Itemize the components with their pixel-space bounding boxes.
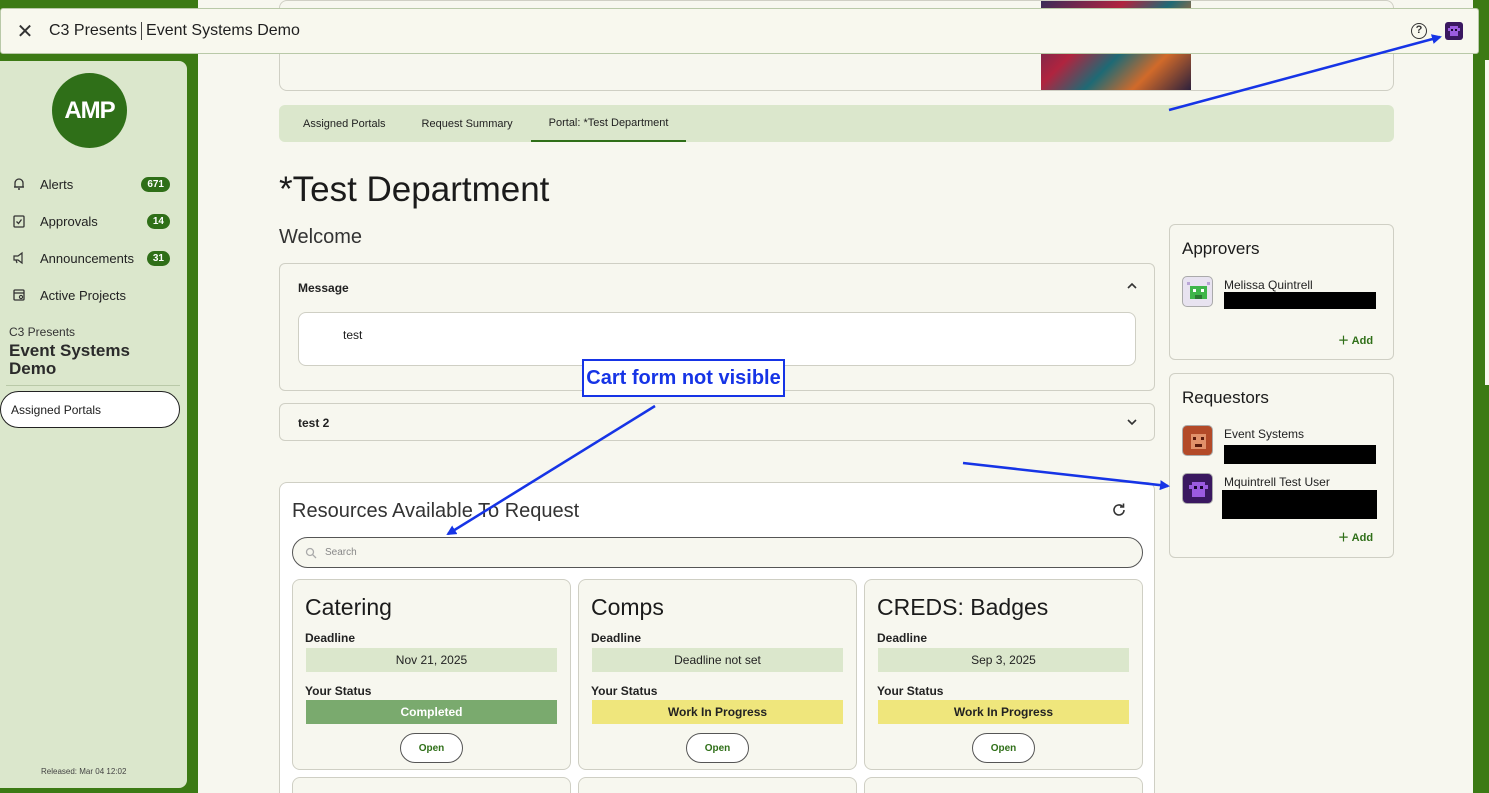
message-content: test <box>298 312 1136 366</box>
approvers-title: Approvers <box>1182 239 1260 258</box>
scrollbar[interactable] <box>1485 60 1489 385</box>
status-label: Your Status <box>591 684 658 698</box>
refresh-icon[interactable] <box>1111 502 1127 518</box>
redacted-email <box>1224 292 1376 309</box>
search-input[interactable]: Search <box>292 537 1143 568</box>
requestor-name: Event Systems <box>1224 427 1305 441</box>
deadline-value: Sep 3, 2025 <box>878 648 1129 672</box>
resource-name: Comps <box>591 594 664 620</box>
avatar <box>1182 473 1213 504</box>
resource-name: Catering <box>305 594 392 620</box>
redacted-email <box>1224 445 1376 464</box>
deadline-label: Deadline <box>305 631 356 645</box>
project-label: Event Systems Demo <box>146 22 300 39</box>
resources-title: Resources Available To Request <box>292 500 580 522</box>
resource-card <box>578 777 857 793</box>
user-avatar[interactable] <box>1445 22 1463 40</box>
accordion-title[interactable]: test 2 <box>298 416 329 430</box>
amp-logo[interactable]: AMP <box>52 73 127 148</box>
alerts-count-badge: 671 <box>141 176 170 192</box>
accordion-title[interactable]: Message <box>298 281 349 295</box>
requestors-card: Requestors Event Systems Mquintrell Test… <box>1169 373 1394 558</box>
bell-icon <box>10 175 28 193</box>
divider <box>6 385 180 386</box>
deadline-value: Deadline not set <box>592 648 843 672</box>
resource-card <box>864 777 1143 793</box>
open-button[interactable]: Open <box>400 733 463 763</box>
status-badge: Work In Progress <box>878 700 1129 724</box>
sidebar-item-label: Announcements <box>40 250 134 266</box>
status-label: Your Status <box>305 684 372 698</box>
tab-portal-test-department[interactable]: Portal: *Test Department <box>530 105 687 142</box>
sidebar-item-assigned-portals[interactable]: Assigned Portals <box>0 391 180 428</box>
projects-icon <box>10 286 28 304</box>
search-icon <box>305 547 317 558</box>
status-label: Your Status <box>877 684 944 698</box>
divider <box>141 22 143 40</box>
requestors-title: Requestors <box>1182 388 1269 407</box>
deadline-value: Nov 21, 2025 <box>306 648 557 672</box>
sidebar-item-active-projects[interactable]: Active Projects <box>10 283 170 307</box>
org-subtitle: C3 Presents <box>9 325 76 339</box>
resource-name: CREDS: Badges <box>877 594 1049 620</box>
sidebar-item-label: Alerts <box>40 176 74 192</box>
tab-request-summary[interactable]: Request Summary <box>404 105 531 142</box>
welcome-heading: Welcome <box>279 226 362 248</box>
deadline-label: Deadline <box>591 631 642 645</box>
chevron-up-icon[interactable] <box>1126 280 1138 295</box>
add-requestor-button[interactable]: ＋ Add <box>1338 529 1373 545</box>
portal-tabs: Assigned Portals Request Summary Portal:… <box>279 105 1394 142</box>
resource-card-catering: Catering Deadline Nov 21, 2025 Your Stat… <box>292 579 571 770</box>
search-placeholder: Search <box>325 547 357 558</box>
top-bar: ✕ C3 Presents Event Systems Demo ? <box>0 8 1479 54</box>
sidebar-item-alerts[interactable]: Alerts 671 <box>10 172 170 196</box>
avatar <box>1182 276 1213 307</box>
release-info: Released: Mar 04 12:02 <box>41 767 127 776</box>
test2-accordion[interactable]: test 2 <box>279 403 1155 441</box>
approvals-count-badge: 14 <box>146 213 170 229</box>
status-badge: Work In Progress <box>592 700 843 724</box>
org-name: Event Systems Demo <box>9 341 130 378</box>
org-label: C3 Presents <box>49 22 138 39</box>
app-title: C3 Presents Event Systems Demo <box>49 22 300 40</box>
status-badge: Completed <box>306 700 557 724</box>
announcements-count-badge: 31 <box>146 250 170 266</box>
sidebar-item-announcements[interactable]: Announcements 31 <box>10 246 170 270</box>
chevron-down-icon[interactable] <box>1126 416 1138 431</box>
resources-card: Resources Available To Request Search Ca… <box>279 482 1155 793</box>
resource-card-comps: Comps Deadline Deadline not set Your Sta… <box>578 579 857 770</box>
deadline-label: Deadline <box>877 631 928 645</box>
annotation-callout: Cart form not visible <box>582 359 785 397</box>
resource-card-creds-badges: CREDS: Badges Deadline Sep 3, 2025 Your … <box>864 579 1143 770</box>
sidebar-item-approvals[interactable]: Approvals 14 <box>10 209 170 233</box>
help-icon[interactable]: ? <box>1411 23 1427 39</box>
megaphone-icon <box>10 249 28 267</box>
avatar <box>1182 425 1213 456</box>
open-button[interactable]: Open <box>972 733 1035 763</box>
redacted-email <box>1222 490 1377 519</box>
close-icon[interactable]: ✕ <box>1 8 49 54</box>
tab-assigned-portals[interactable]: Assigned Portals <box>279 105 404 142</box>
requestor-name: Mquintrell Test User <box>1224 475 1330 489</box>
add-approver-button[interactable]: ＋ Add <box>1338 332 1373 348</box>
approver-name: Melissa Quintrell <box>1224 278 1313 292</box>
clipboard-check-icon <box>10 212 28 230</box>
page-title: *Test Department <box>279 170 550 209</box>
sidebar-item-label: Approvals <box>40 213 98 229</box>
resource-card <box>292 777 571 793</box>
approvers-card: Approvers Melissa Quintrell ＋ Add <box>1169 224 1394 360</box>
sidebar-item-label: Active Projects <box>40 287 126 303</box>
sidebar: AMP Alerts 671 Approvals 14 Announcement… <box>0 61 187 788</box>
open-button[interactable]: Open <box>686 733 749 763</box>
